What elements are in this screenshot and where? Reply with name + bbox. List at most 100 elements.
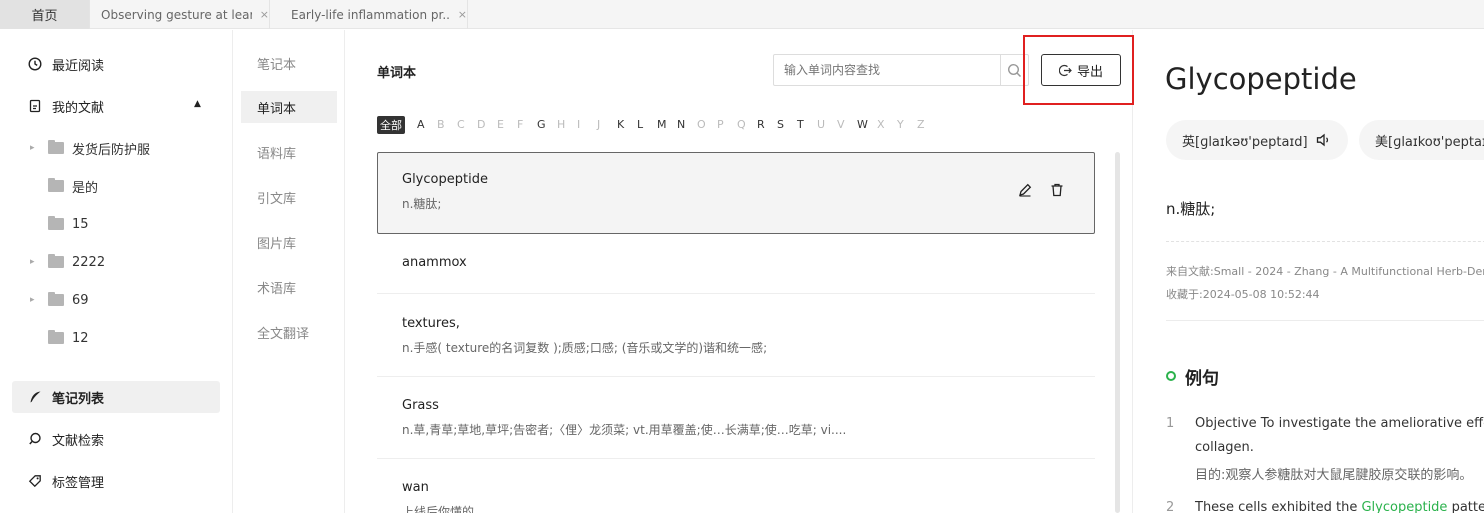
list-item[interactable]: wan 上线后你懂的	[377, 480, 1095, 513]
letter-filter-item[interactable]: V	[837, 118, 845, 131]
letter-filter-item[interactable]: O	[697, 118, 706, 131]
scrollbar[interactable]	[1115, 152, 1120, 513]
list-item[interactable]: anammox	[377, 255, 1095, 270]
edit-icon[interactable]	[1018, 183, 1032, 201]
letter-filter-item[interactable]: J	[597, 118, 600, 131]
subnav-item-vocabulary[interactable]: 单词本	[241, 91, 337, 123]
close-icon[interactable]: ×	[458, 8, 467, 21]
list-item[interactable]: Grass n.草,青草;草地,草坪;告密者;〈俚〉龙须菜; vt.用草覆盖;使…	[377, 398, 1095, 438]
tab-label: Observing gesture at lear...	[101, 7, 252, 22]
example-highlight: Glycopeptide	[1361, 500, 1448, 513]
list-item[interactable]: Glycopeptide n.糖肽;	[377, 172, 1095, 212]
letter-filter-item[interactable]: Z	[917, 118, 925, 131]
subnav-item-citations[interactable]: 引文库	[241, 181, 337, 213]
sidebar-item-my-docs[interactable]: 我的文献 ▲	[12, 90, 220, 122]
example-text: pattern	[1451, 500, 1484, 513]
example-number: 2	[1166, 500, 1175, 513]
folder-item[interactable]: ▸ 发货后防护服	[30, 135, 150, 161]
letter-filter-item[interactable]: E	[497, 118, 504, 131]
subnav-item-corpus[interactable]: 语料库	[241, 136, 337, 168]
delete-icon[interactable]	[1050, 183, 1064, 201]
divider	[377, 458, 1095, 459]
letter-filter-item[interactable]: K	[617, 118, 624, 131]
letter-filter-item[interactable]: S	[777, 118, 784, 131]
close-icon[interactable]: ×	[260, 8, 269, 21]
letter-filter-item[interactable]: D	[477, 118, 485, 131]
folder-item[interactable]: 是的	[30, 173, 98, 199]
us-pronunciation[interactable]: 美[ɡlaɪkoʊ'peptaɪd]	[1359, 120, 1484, 160]
letter-filter-item[interactable]: A	[417, 118, 425, 131]
subnav-item-fulltext-translate[interactable]: 全文翻译	[241, 316, 337, 348]
expand-arrow-icon[interactable]: ▸	[30, 295, 40, 305]
subnav-item-images[interactable]: 图片库	[241, 226, 337, 258]
tab-paper-1[interactable]: Observing gesture at lear... ×	[90, 0, 270, 29]
letter-filter-item[interactable]: G	[537, 118, 546, 131]
folder-item[interactable]: 12	[30, 325, 89, 351]
tab-paper-2[interactable]: Early-life inflammation pr... ×	[270, 0, 468, 29]
tab-home[interactable]: 首页	[0, 0, 90, 29]
folder-icon	[48, 254, 64, 268]
subnav-label: 单词本	[257, 101, 297, 117]
letter-filter-item[interactable]: U	[817, 118, 825, 131]
letter-filter-item[interactable]: B	[437, 118, 445, 131]
letter-filter-item[interactable]: P	[717, 118, 724, 131]
sidebar-item-doc-search[interactable]: 文献检索	[12, 423, 220, 455]
letter-filter-item[interactable]: N	[677, 118, 685, 131]
search-box	[773, 54, 1029, 86]
sidebar-item-notes-list[interactable]: 笔记列表	[12, 381, 220, 413]
letter-filter-item[interactable]: R	[757, 118, 765, 131]
folder-icon	[48, 292, 64, 306]
letter-filter-item[interactable]: F	[517, 118, 523, 131]
subnav-label: 全文翻译	[257, 326, 310, 342]
letter-filter-item[interactable]: T	[797, 118, 804, 131]
tab-label: Early-life inflammation pr...	[291, 7, 450, 22]
subnav-label: 语料库	[257, 146, 297, 162]
folder-icon	[48, 216, 64, 230]
sidebar-item-recent[interactable]: 最近阅读	[12, 48, 220, 80]
example-en: Objective To investigate the ameliorativ…	[1195, 416, 1484, 431]
sidebar-item-tag-manage[interactable]: 标签管理	[12, 465, 220, 497]
expand-arrow-icon[interactable]: ▸	[30, 257, 40, 267]
folder-item[interactable]: ▸ 69	[30, 287, 89, 313]
export-button[interactable]: 导出	[1041, 54, 1121, 86]
subnav-label: 笔记本	[257, 57, 297, 73]
letter-filter-item[interactable]: Q	[737, 118, 746, 131]
list-item[interactable]: textures, n.手感( texture的名词复数 );质感;口感; (音…	[377, 316, 1095, 356]
us-phonetic: 美[ɡlaɪkoʊ'peptaɪd]	[1375, 134, 1484, 150]
folder-label: 2222	[72, 254, 106, 270]
letter-filter-item[interactable]: Y	[897, 118, 904, 131]
letter-filter-item[interactable]: I	[577, 118, 580, 131]
speaker-icon[interactable]	[1316, 133, 1332, 147]
subnav-item-notebook[interactable]: 笔记本	[241, 47, 337, 79]
subnav: 笔记本 单词本 语料库 引文库 图片库 术语库 全文翻译	[233, 30, 345, 513]
subnav-label: 图片库	[257, 236, 297, 252]
entry-word: textures,	[402, 316, 460, 331]
folder-label: 15	[72, 216, 89, 232]
entry-meaning: n.草,青草;草地,草坪;告密者;〈俚〉龙须菜; vt.用草覆盖;使…长满草;使…	[402, 423, 847, 437]
uk-phonetic: 英[ɡlaɪkəʊ'peptaɪd]	[1182, 134, 1308, 150]
search-input[interactable]	[774, 55, 1000, 85]
caret-up-icon[interactable]: ▲	[194, 99, 201, 109]
subnav-label: 术语库	[257, 281, 297, 297]
folder-item[interactable]: 15	[30, 211, 89, 237]
subnav-item-terms[interactable]: 术语库	[241, 271, 337, 303]
letter-filter-item[interactable]: C	[457, 118, 465, 131]
tab-bar: 首页 Observing gesture at lear... × Early-…	[0, 0, 1484, 29]
word-detail-panel: Glycopeptide 英[ɡlaɪkəʊ'peptaɪd] 美[ɡlaɪko…	[1134, 30, 1484, 513]
folder-icon	[48, 140, 64, 154]
letter-filter-item[interactable]: W	[857, 118, 868, 131]
tag-icon	[28, 474, 42, 488]
entry-meaning: n.手感( texture的名词复数 );质感;口感; (音乐或文学的)谐和统一…	[402, 341, 768, 355]
letter-filter-item[interactable]: L	[637, 118, 643, 131]
expand-arrow-icon[interactable]: ▸	[30, 143, 40, 153]
folder-item[interactable]: ▸ 2222	[30, 249, 105, 275]
example-zh: 目的:观察人参糖肽对大鼠尾腱胶原交联的影响。	[1195, 468, 1473, 483]
letter-filter-all[interactable]: 全部	[377, 116, 405, 134]
divider	[1166, 241, 1484, 242]
entry-word: Glycopeptide	[402, 172, 488, 187]
uk-pronunciation[interactable]: 英[ɡlaɪkəʊ'peptaɪd]	[1166, 120, 1348, 160]
letter-filter-item[interactable]: H	[557, 118, 565, 131]
letter-filter-item[interactable]: X	[877, 118, 885, 131]
letter-filter-item[interactable]: M	[657, 118, 667, 131]
search-icon	[28, 432, 42, 446]
